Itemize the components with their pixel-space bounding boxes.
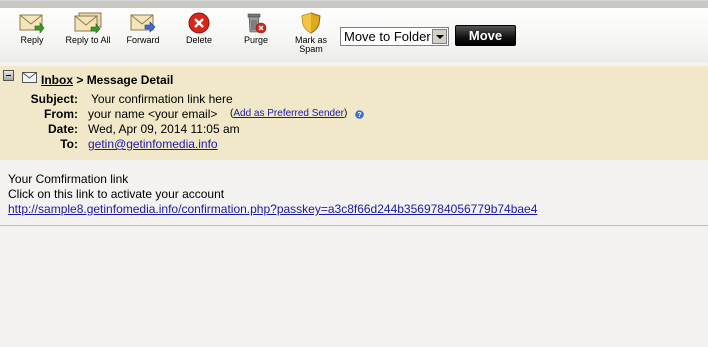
- confirmation-link[interactable]: http://sample8.getinfomedia.info/confirm…: [8, 202, 537, 216]
- chevron-down-icon[interactable]: [432, 29, 447, 44]
- reply-all-button[interactable]: Reply to All: [60, 12, 116, 45]
- purge-icon: [247, 13, 267, 34]
- folder-select-value: Move to Folder: [344, 29, 431, 44]
- help-icon[interactable]: ?: [355, 110, 364, 119]
- mark-as-spam-button[interactable]: Mark as Spam: [283, 12, 339, 54]
- from-label: From:: [44, 107, 78, 121]
- breadcrumb-current: Message Detail: [86, 73, 174, 87]
- subject-value: Your confirmation link here: [91, 92, 233, 106]
- move-button[interactable]: Move: [455, 25, 516, 46]
- mark-as-spam-label: Mark as Spam: [294, 35, 327, 54]
- purge-label: Purge: [243, 35, 269, 45]
- from-value: your name <your email>: [88, 107, 218, 121]
- reply-all-label: Reply to All: [65, 35, 111, 45]
- date-label: Date:: [47, 122, 78, 136]
- date-value: Wed, Apr 09, 2014 11:05 am: [88, 122, 240, 136]
- breadcrumb-inbox-link[interactable]: Inbox: [41, 73, 73, 87]
- reply-all-icon: [74, 12, 102, 34]
- body-line-2: Click on this link to activate your acco…: [8, 187, 225, 201]
- svg-text:?: ?: [357, 112, 361, 119]
- divider: [0, 225, 708, 226]
- move-to-folder-select[interactable]: Move to Folder: [340, 27, 449, 46]
- purge-button[interactable]: Purge: [228, 12, 284, 45]
- subject-label: Subject:: [30, 92, 78, 106]
- to-label: To:: [60, 137, 78, 151]
- envelope-icon: [22, 72, 37, 83]
- collapse-icon[interactable]: [3, 70, 14, 81]
- body-line-1: Your Comfirmation link: [8, 172, 129, 186]
- spam-shield-icon: [301, 12, 321, 34]
- forward-icon: [130, 14, 156, 33]
- delete-button[interactable]: Delete: [171, 12, 227, 45]
- reply-button[interactable]: Reply: [4, 12, 60, 45]
- add-preferred-sender-link[interactable]: Add as Preferred Sender: [233, 108, 344, 119]
- breadcrumb: Inbox > Message Detail: [41, 73, 173, 87]
- delete-label: Delete: [185, 35, 212, 45]
- delete-icon: [188, 12, 210, 34]
- add-preferred-sender: (Add as Preferred Sender): [230, 108, 348, 119]
- breadcrumb-separator: >: [73, 73, 87, 87]
- forward-button[interactable]: Forward: [115, 12, 171, 45]
- reply-icon: [19, 14, 45, 34]
- forward-label: Forward: [126, 35, 160, 45]
- reply-label: Reply: [20, 35, 44, 45]
- to-email-link[interactable]: getin@getinfomedia.info: [88, 137, 218, 151]
